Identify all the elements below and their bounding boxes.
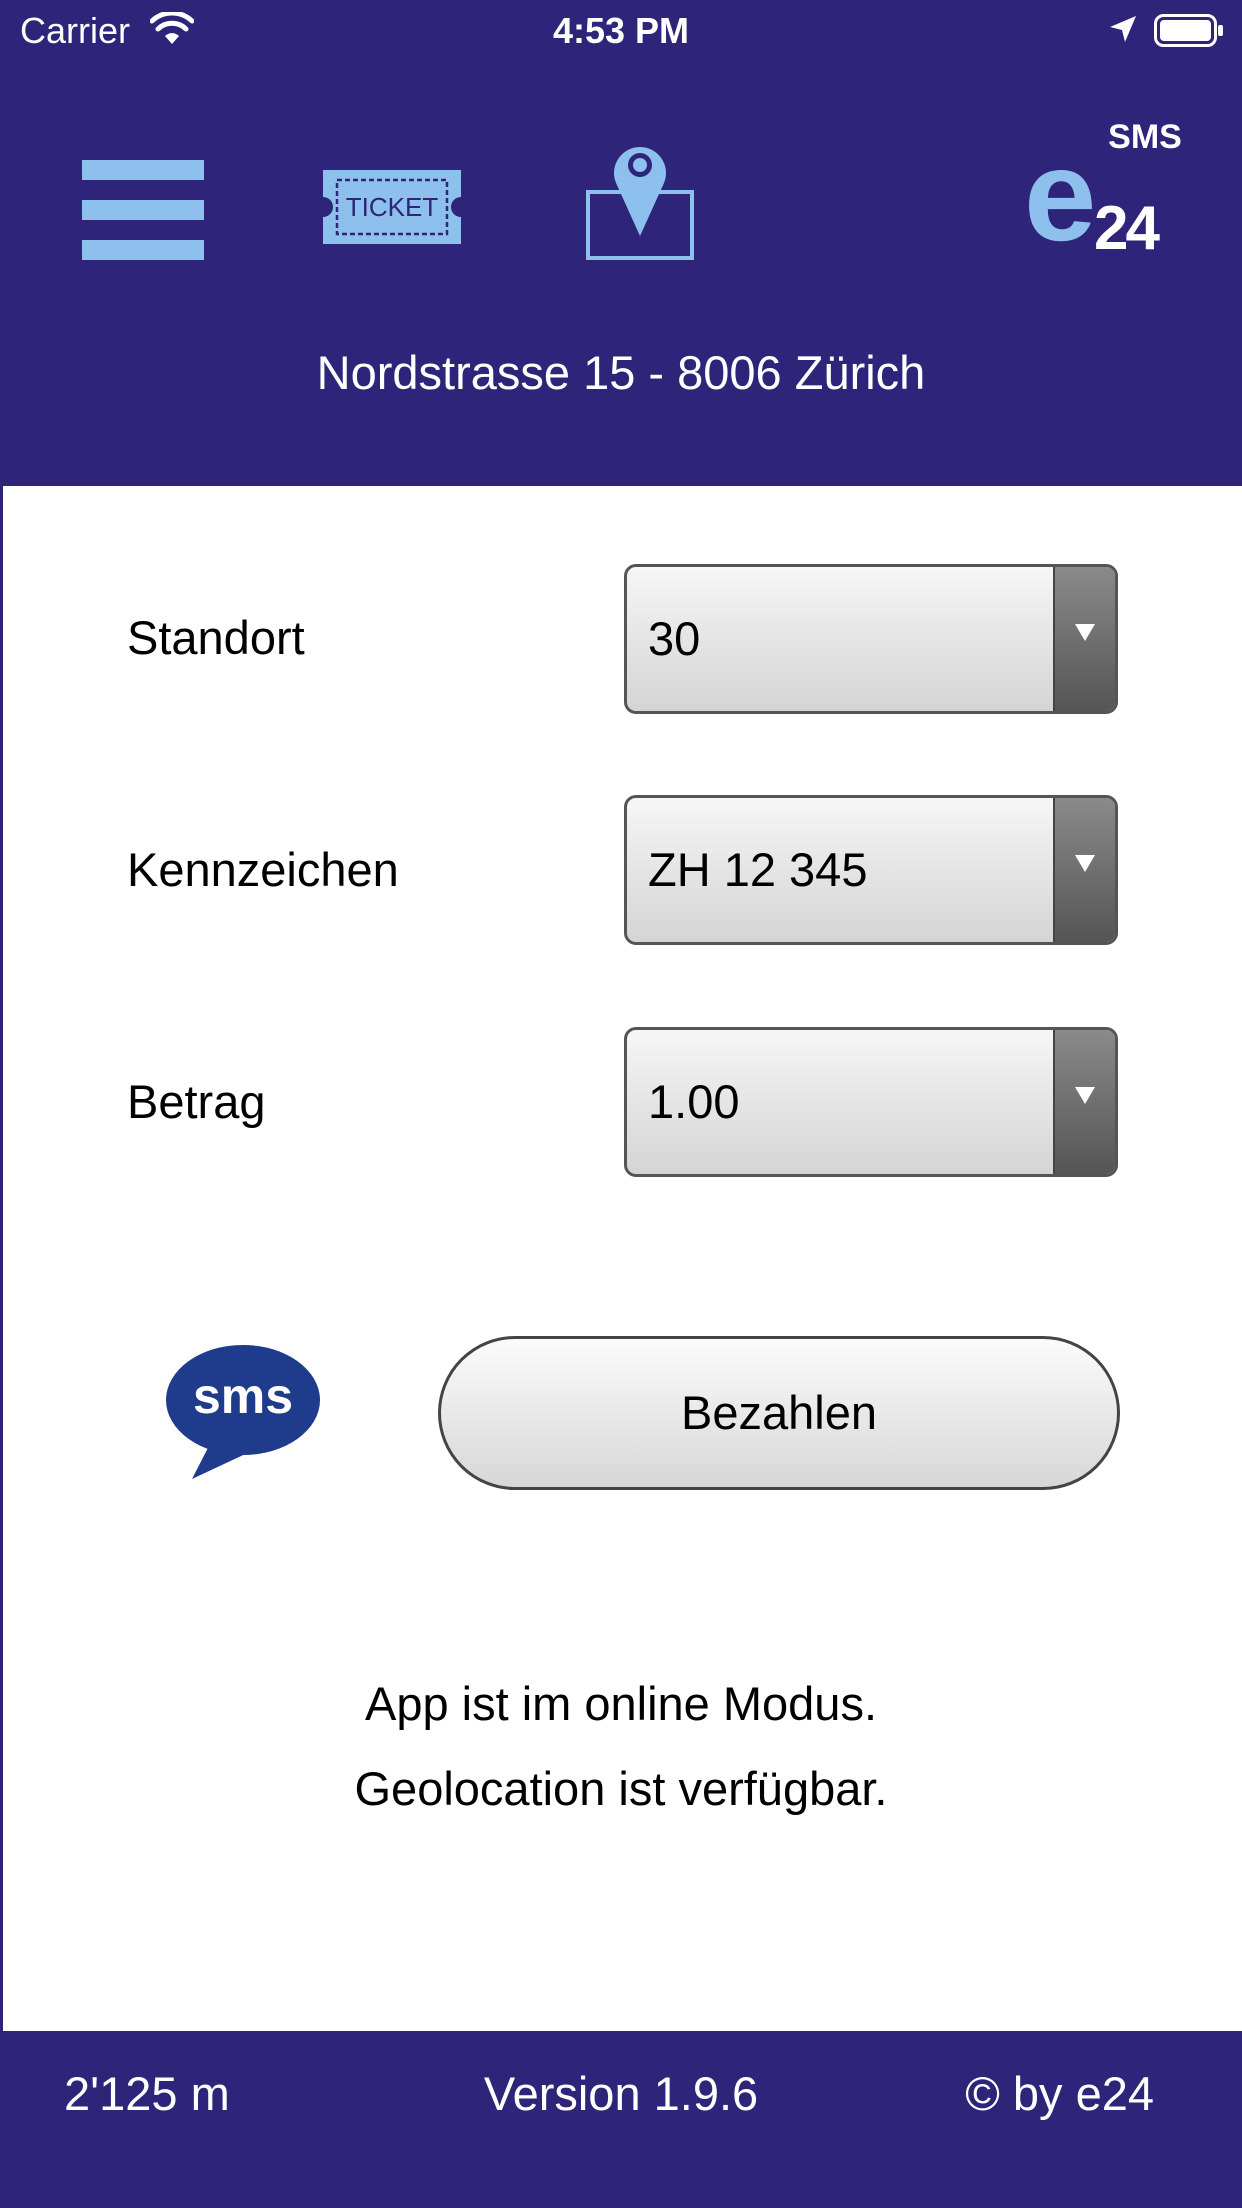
geolocation-status-message: Geolocation ist verfügbar.: [354, 1762, 888, 1815]
sms-bubble-icon: sms: [164, 1345, 322, 1481]
e24-logo: e 24: [1024, 130, 1186, 268]
chevron-down-icon: [1053, 798, 1115, 942]
kennzeichen-value: ZH 12 345: [648, 843, 868, 896]
betrag-value: 1.00: [648, 1075, 740, 1128]
chevron-down-icon: [1053, 1030, 1115, 1174]
online-status-message: App ist im online Modus.: [364, 1677, 878, 1730]
pay-button[interactable]: Bezahlen: [438, 1336, 1120, 1490]
logo-24-number: 24: [1094, 194, 1160, 263]
betrag-select[interactable]: 1.00: [624, 1027, 1118, 1177]
hamburger-menu-icon[interactable]: [82, 160, 204, 260]
battery-icon: [1154, 14, 1223, 47]
location-arrow-icon: [1110, 16, 1136, 42]
standort-value: 30: [648, 612, 701, 665]
betrag-label: Betrag: [127, 1075, 266, 1128]
ticket-label: TICKET: [345, 192, 439, 222]
standort-label: Standort: [127, 611, 305, 664]
chevron-down-icon: [1053, 567, 1115, 711]
map-location-button[interactable]: [585, 138, 695, 262]
status-bar: Carrier 4:53 PM: [0, 0, 1242, 62]
standort-select[interactable]: 30: [624, 564, 1118, 714]
map-pin-icon: [586, 147, 694, 260]
sms-bubble-text: sms: [192, 1368, 294, 1424]
clock: 4:53 PM: [552, 10, 690, 51]
current-address: Nordstrasse 15 - 8006 Zürich: [316, 346, 926, 399]
copyright-label: © by e24: [965, 2067, 1154, 2120]
logo-e-letter: e: [1024, 122, 1097, 268]
ticket-button[interactable]: TICKET: [323, 170, 461, 244]
kennzeichen-label: Kennzeichen: [127, 843, 399, 896]
kennzeichen-select[interactable]: ZH 12 345: [624, 795, 1118, 945]
logo-sms-label: SMS: [1108, 118, 1182, 156]
